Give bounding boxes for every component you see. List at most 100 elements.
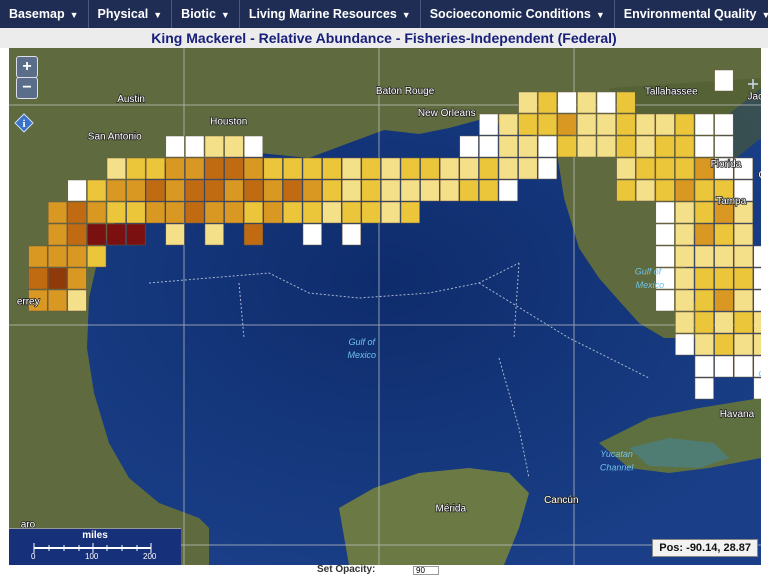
abundance-cell[interactable]	[204, 179, 224, 202]
abundance-cell[interactable]	[655, 245, 675, 268]
abundance-cell[interactable]	[28, 267, 48, 290]
abundance-cell[interactable]	[243, 135, 264, 158]
menu-biotic[interactable]: Biotic ▼	[172, 0, 240, 28]
abundance-cell[interactable]	[400, 179, 420, 202]
abundance-cell[interactable]	[126, 179, 146, 202]
abundance-cell[interactable]	[518, 157, 538, 180]
abundance-cell[interactable]	[185, 157, 205, 180]
info-icon[interactable]: i	[14, 113, 34, 133]
abundance-cell[interactable]	[381, 179, 401, 202]
menu-environmental-quality[interactable]: Environmental Quality ▼	[615, 0, 768, 28]
abundance-cell[interactable]	[224, 179, 244, 202]
abundance-cell[interactable]	[733, 311, 754, 334]
abundance-cell[interactable]	[596, 135, 616, 158]
abundance-cell[interactable]	[185, 201, 205, 224]
abundance-cell[interactable]	[733, 355, 754, 378]
abundance-cell[interactable]	[459, 157, 479, 180]
abundance-cell[interactable]	[577, 135, 597, 158]
abundance-cell[interactable]	[165, 179, 185, 202]
abundance-cell[interactable]	[341, 179, 362, 202]
abundance-cell[interactable]	[381, 157, 401, 180]
abundance-cell[interactable]	[459, 135, 479, 158]
abundance-cell[interactable]	[47, 201, 68, 224]
abundance-cell[interactable]	[753, 333, 761, 356]
abundance-cell[interactable]	[655, 135, 675, 158]
abundance-cell[interactable]	[47, 289, 68, 312]
abundance-cell[interactable]	[263, 201, 283, 224]
abundance-cell[interactable]	[635, 157, 656, 180]
abundance-cell[interactable]	[518, 91, 538, 114]
abundance-cell[interactable]	[694, 223, 714, 246]
abundance-cell[interactable]	[498, 135, 518, 158]
abundance-cell[interactable]	[341, 157, 362, 180]
abundance-cell[interactable]	[185, 179, 205, 202]
abundance-cell[interactable]	[439, 157, 460, 180]
abundance-cell[interactable]	[694, 245, 714, 268]
abundance-cell[interactable]	[675, 135, 695, 158]
abundance-cell[interactable]	[694, 179, 714, 202]
abundance-cell[interactable]	[537, 157, 558, 180]
abundance-cell[interactable]	[87, 223, 107, 246]
abundance-cell[interactable]	[655, 223, 675, 246]
abundance-cell[interactable]	[675, 311, 695, 334]
abundance-cell[interactable]	[224, 135, 244, 158]
abundance-cell[interactable]	[400, 157, 420, 180]
abundance-cell[interactable]	[361, 179, 381, 202]
abundance-cell[interactable]	[753, 377, 761, 400]
abundance-cell[interactable]	[714, 333, 734, 356]
abundance-cell[interactable]	[479, 113, 499, 136]
abundance-cell[interactable]	[655, 201, 675, 224]
abundance-cell[interactable]	[87, 179, 107, 202]
abundance-cell[interactable]	[694, 135, 714, 158]
abundance-cell[interactable]	[675, 201, 695, 224]
abundance-cell[interactable]	[322, 179, 342, 202]
abundance-cell[interactable]	[694, 201, 714, 224]
abundance-cell[interactable]	[694, 267, 714, 290]
abundance-cell[interactable]	[479, 157, 499, 180]
abundance-cell[interactable]	[322, 201, 342, 224]
abundance-cell[interactable]	[635, 113, 656, 136]
abundance-cell[interactable]	[243, 157, 264, 180]
abundance-cell[interactable]	[714, 355, 734, 378]
abundance-cell[interactable]	[283, 201, 303, 224]
abundance-cell[interactable]	[67, 245, 87, 268]
abundance-cell[interactable]	[224, 201, 244, 224]
zoom-in-button[interactable]: +	[16, 56, 38, 78]
abundance-cell[interactable]	[47, 267, 68, 290]
map-canvas[interactable]: Austin Houston San Antonio Baton Rouge New O…	[9, 48, 761, 565]
abundance-cell[interactable]	[165, 223, 185, 246]
abundance-cell[interactable]	[243, 179, 264, 202]
abundance-cell[interactable]	[675, 157, 695, 180]
abundance-cell[interactable]	[243, 201, 264, 224]
abundance-cell[interactable]	[557, 113, 577, 136]
abundance-cell[interactable]	[204, 223, 224, 246]
abundance-cell[interactable]	[145, 201, 166, 224]
abundance-cell[interactable]	[67, 223, 87, 246]
abundance-cell[interactable]	[204, 135, 224, 158]
abundance-cell[interactable]	[498, 179, 518, 202]
abundance-cell[interactable]	[537, 91, 558, 114]
abundance-cell[interactable]	[28, 245, 48, 268]
abundance-cell[interactable]	[714, 311, 734, 334]
abundance-cell[interactable]	[87, 201, 107, 224]
abundance-cell[interactable]	[145, 157, 166, 180]
abundance-cell[interactable]	[753, 289, 761, 312]
abundance-cell[interactable]	[302, 201, 322, 224]
abundance-cell[interactable]	[165, 135, 185, 158]
abundance-cell[interactable]	[67, 289, 87, 312]
abundance-cell[interactable]	[714, 135, 734, 158]
abundance-cell[interactable]	[733, 289, 754, 312]
abundance-cell[interactable]	[694, 289, 714, 312]
opacity-input[interactable]	[413, 566, 439, 575]
abundance-cell[interactable]	[67, 201, 87, 224]
menu-socioeconomic-conditions[interactable]: Socioeconomic Conditions ▼	[421, 0, 615, 28]
abundance-cell[interactable]	[263, 179, 283, 202]
abundance-cell[interactable]	[518, 135, 538, 158]
abundance-cell[interactable]	[302, 223, 322, 246]
abundance-cell[interactable]	[302, 179, 322, 202]
abundance-cell[interactable]	[714, 113, 734, 136]
abundance-cell[interactable]	[753, 267, 761, 290]
abundance-cell[interactable]	[714, 69, 734, 92]
abundance-cell[interactable]	[733, 223, 754, 246]
abundance-cell[interactable]	[753, 311, 761, 334]
